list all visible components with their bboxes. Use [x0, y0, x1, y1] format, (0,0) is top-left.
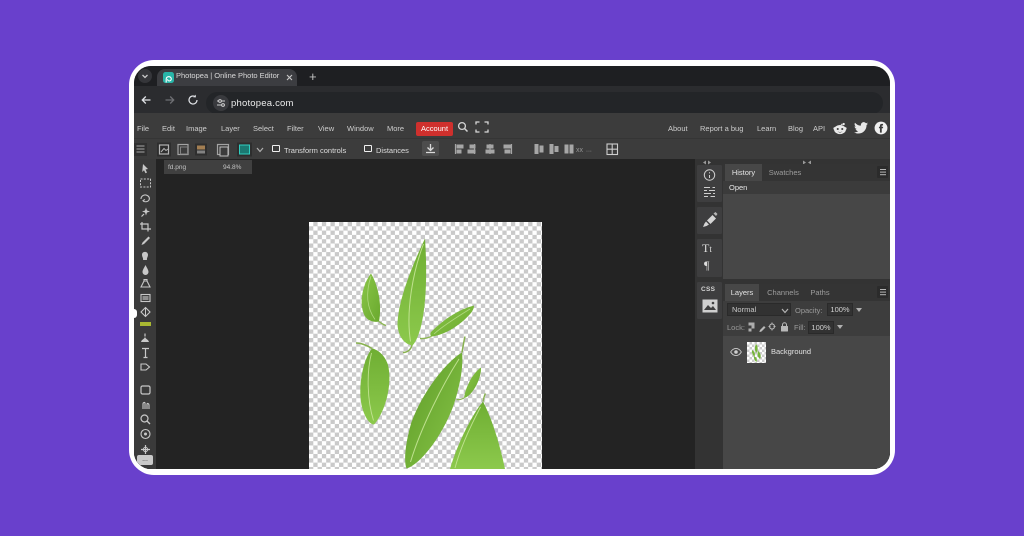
svg-text:xx: xx: [576, 147, 584, 154]
svg-text:...: ...: [586, 146, 592, 153]
